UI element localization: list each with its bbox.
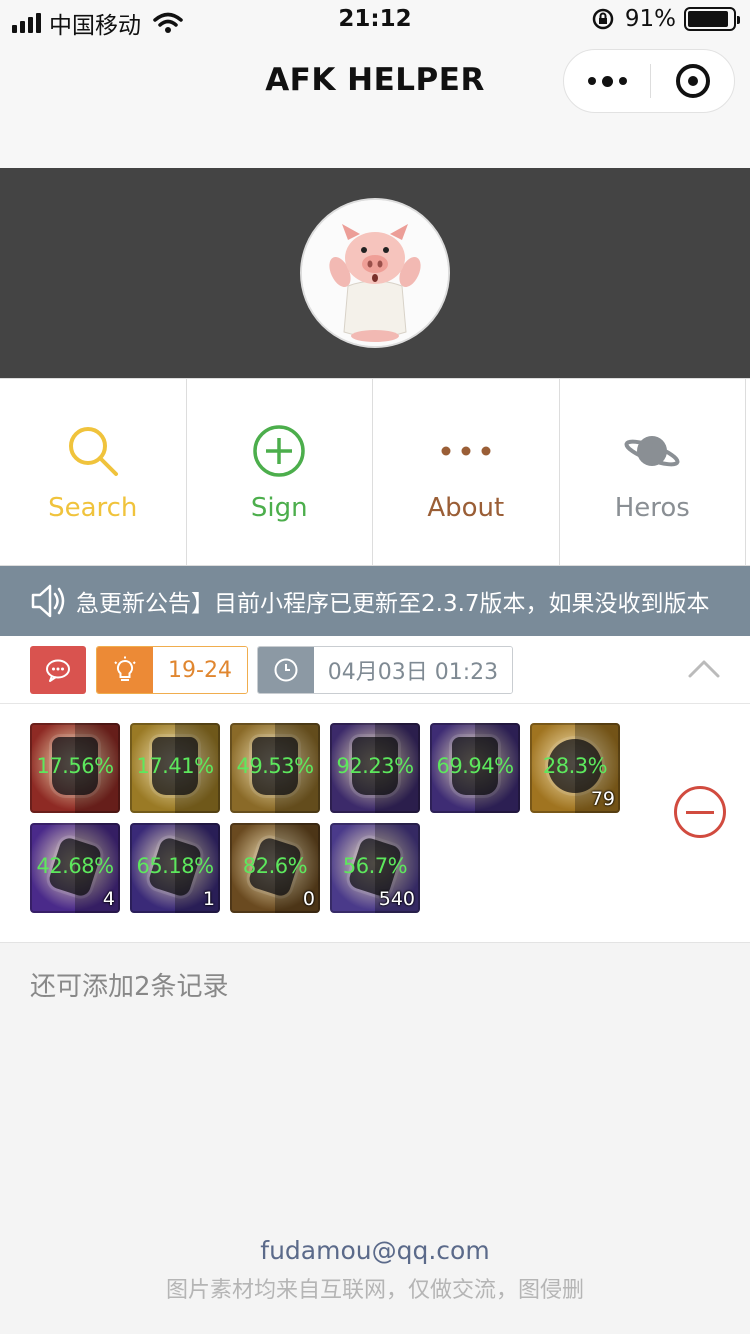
remove-record-button[interactable] xyxy=(674,786,726,838)
item-count: 540 xyxy=(378,888,415,910)
profile-header xyxy=(0,168,750,378)
item-percent: 49.53% xyxy=(236,754,314,778)
battery-icon xyxy=(684,7,740,31)
search-icon xyxy=(63,421,123,481)
item-percent: 56.7% xyxy=(342,854,408,878)
reward-item[interactable]: 49.53% xyxy=(230,723,320,813)
minus-icon xyxy=(686,810,714,814)
mini-program-capsule xyxy=(563,49,735,113)
item-percent: 42.68% xyxy=(36,854,114,878)
item-percent: 69.94% xyxy=(436,754,514,778)
plus-circle-icon xyxy=(249,421,309,481)
menu-label-heros: Heros xyxy=(614,493,690,523)
time-value: 04月03日 01:23 xyxy=(314,647,512,693)
stage-tag: 19-24 xyxy=(96,646,248,694)
menu-label-about: About xyxy=(427,493,505,523)
reward-item[interactable]: 28.3% 79 xyxy=(530,723,620,813)
close-mini-program-button[interactable] xyxy=(651,50,735,112)
item-percent: 17.56% xyxy=(36,754,114,778)
reward-item[interactable]: 69.94% xyxy=(430,723,520,813)
reward-item[interactable]: 56.7% 540 xyxy=(330,823,420,913)
menu-item-search[interactable]: Search xyxy=(0,379,187,565)
item-percent: 82.6% xyxy=(242,854,308,878)
chevron-up-icon xyxy=(688,660,720,678)
item-percent: 28.3% xyxy=(542,754,608,778)
item-count: 0 xyxy=(302,888,315,910)
target-icon xyxy=(676,64,710,98)
footer-disclaimer: 图片素材均来自互联网，仅做交流，图侵删 xyxy=(165,1278,584,1303)
item-count: 79 xyxy=(590,788,615,810)
clock-icon xyxy=(258,647,314,693)
item-count: 4 xyxy=(102,888,115,910)
reward-item[interactable]: 65.18% 1 xyxy=(130,823,220,913)
reward-item[interactable]: 17.56% xyxy=(30,723,120,813)
menu-label-search: Search xyxy=(48,493,138,523)
planet-icon xyxy=(622,421,682,481)
speaker-icon xyxy=(31,584,65,618)
battery-percent: 91% xyxy=(624,6,676,32)
item-percent: 92.23% xyxy=(336,754,414,778)
status-right: 91% xyxy=(591,6,740,32)
item-percent: 65.18% xyxy=(136,854,214,878)
comment-button[interactable] xyxy=(30,646,86,694)
avatar[interactable] xyxy=(300,198,450,348)
rotation-lock-icon xyxy=(592,8,614,30)
notice-bar[interactable]: 急更新公告】目前小程序已更新至2.3.7版本，如果没收到版本 xyxy=(0,566,750,636)
footer-email[interactable]: fudamou@qq.com xyxy=(0,1236,750,1265)
nav-bar: AFK HELPER xyxy=(0,40,750,168)
record-tags: 19-24 04月03日 01:23 xyxy=(0,636,750,704)
record-card: 19-24 04月03日 01:23 17.56% 17.41% 49.53% 92.… xyxy=(0,636,750,943)
time-tag: 04月03日 01:23 xyxy=(257,646,513,694)
stage-value: 19-24 xyxy=(153,647,247,693)
collapse-button[interactable] xyxy=(686,654,722,684)
more-dots-icon xyxy=(436,421,496,481)
chat-bubble-icon xyxy=(46,659,70,682)
reward-item[interactable]: 17.41% xyxy=(130,723,220,813)
item-percent: 17.41% xyxy=(136,754,214,778)
item-count: 1 xyxy=(202,888,215,910)
main-menu: Search Sign About Heros xyxy=(0,378,750,566)
status-bar: 中国移动 21:12 91% xyxy=(0,0,750,40)
menu-item-about[interactable]: About xyxy=(372,379,560,565)
menu-label-sign: Sign xyxy=(250,493,308,523)
reward-item[interactable]: 42.68% 4 xyxy=(30,823,120,913)
lightbulb-icon xyxy=(97,647,153,693)
pig-avatar-icon xyxy=(302,200,448,346)
menu-item-sign[interactable]: Sign xyxy=(185,379,373,565)
remaining-records-text: 还可添加2条记录 xyxy=(30,972,229,1002)
reward-item[interactable]: 92.23% xyxy=(330,723,420,813)
more-menu-button[interactable] xyxy=(564,50,650,112)
menu-item-heros[interactable]: Heros xyxy=(558,379,746,565)
notice-text: 急更新公告】目前小程序已更新至2.3.7版本，如果没收到版本 xyxy=(76,591,710,617)
reward-item[interactable]: 82.6% 0 xyxy=(230,823,320,913)
